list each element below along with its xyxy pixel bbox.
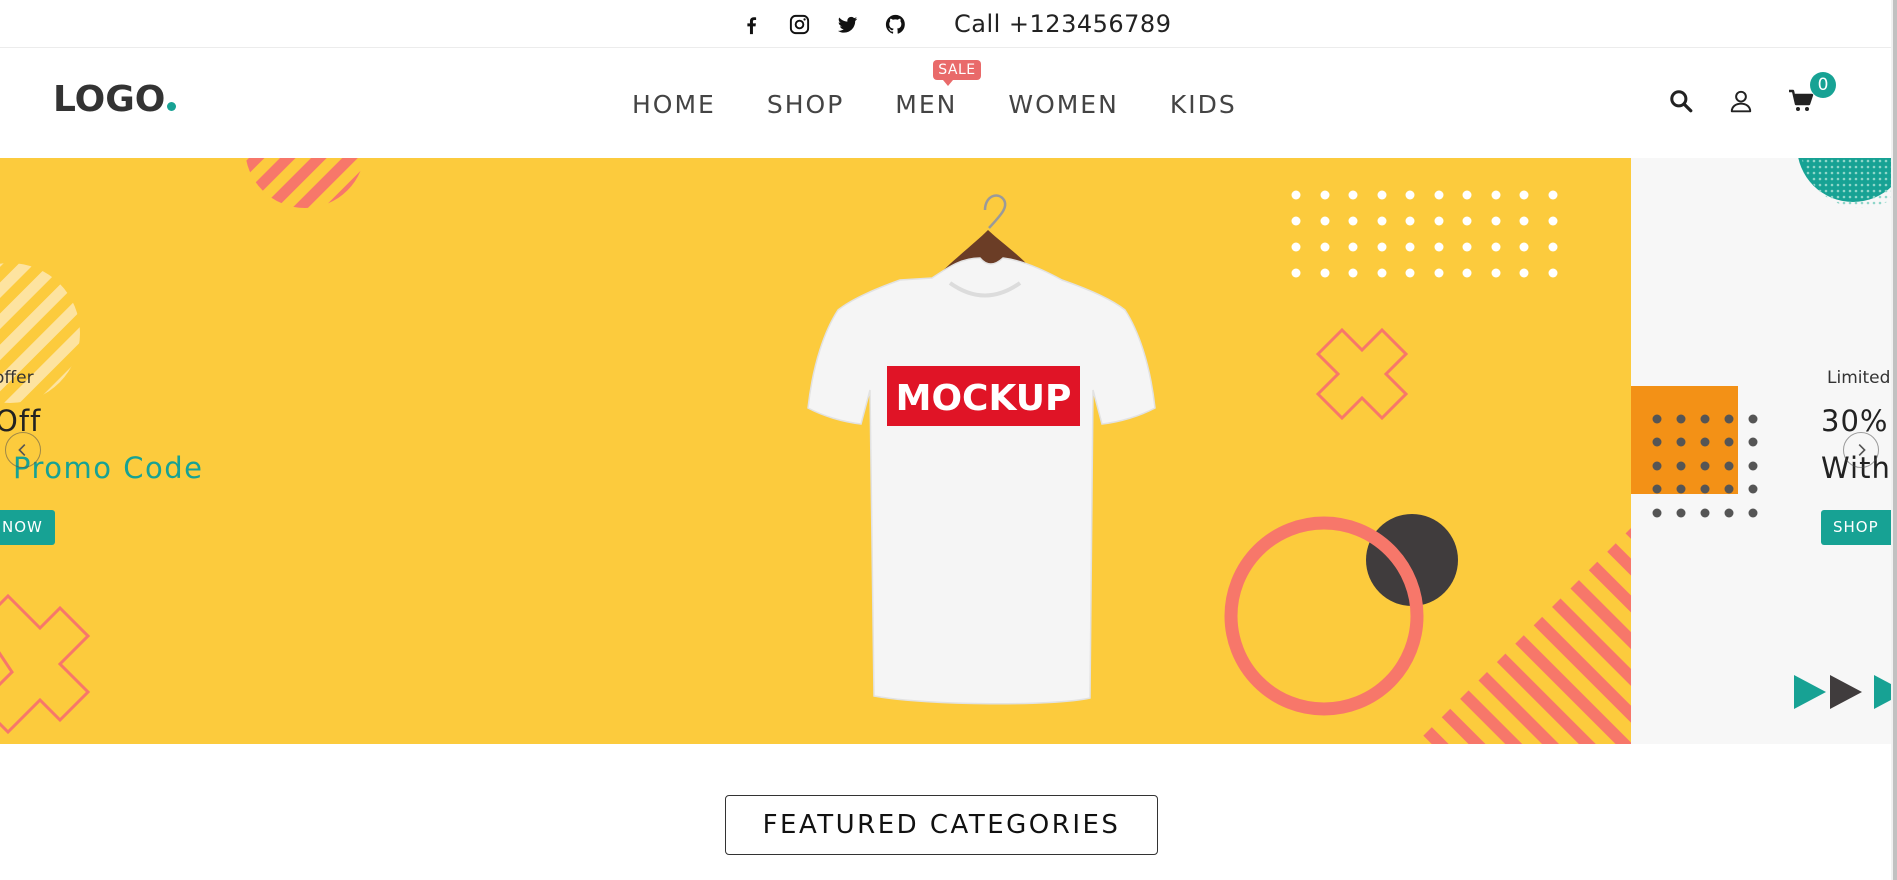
hero-slide-next: Limited 30% With SHOP [1631,158,1897,744]
page-scrollbar[interactable] [1891,0,1897,880]
next-slide-eyebrow: Limited [1827,368,1891,388]
github-icon[interactable] [884,13,907,36]
prev-slide-shop-button[interactable]: NOW [0,510,55,545]
chevron-left-icon [18,444,26,456]
facebook-icon[interactable] [740,13,763,36]
prev-slide-promo: Promo Code [13,451,204,485]
logo-dot [167,102,177,111]
cart-icon[interactable]: 0 [1788,72,1836,114]
featured-categories-heading: FEATURED CATEGORIES [725,795,1158,855]
nav-item-shop[interactable]: SHOP [767,90,844,119]
logo-text: LOGO [53,79,166,120]
cart-count-badge: 0 [1810,72,1836,98]
nav-item-men-label: MEN [895,90,958,119]
scrollbar-thumb[interactable] [1893,0,1897,880]
hero-slide-current: MOCKUP offer Off Promo Code NOW [0,158,1631,744]
nav-item-home[interactable]: HOME [632,90,716,119]
sale-badge: SALE [933,60,981,86]
page: Call +123456789 LOGO HOME SHOP MEN SALE … [0,0,1897,880]
hero-decoration: MOCKUP [0,158,1631,744]
top-bar: Call +123456789 [0,0,1897,48]
social-links [740,13,907,36]
header-icons: 0 [1668,72,1836,114]
tshirt-image: MOCKUP [807,194,1156,705]
search-icon[interactable] [1668,88,1694,114]
prev-slide-eyebrow: offer [0,368,34,388]
slider-prev-arrow[interactable] [5,432,41,468]
nav-item-men[interactable]: MEN SALE [895,60,981,119]
slider-next-arrow[interactable] [1843,432,1879,468]
main-header: LOGO HOME SHOP MEN SALE WOMEN KIDS 0 [0,48,1897,158]
logo[interactable]: LOGO [53,79,177,120]
call-text: Call +123456789 [954,10,1172,38]
nav-item-women[interactable]: WOMEN [1008,90,1118,119]
instagram-icon[interactable] [788,13,811,36]
tshirt-print-text: MOCKUP [896,378,1072,419]
nav-item-kids[interactable]: KIDS [1170,90,1237,119]
twitter-icon[interactable] [836,13,859,36]
next-slide-shop-button[interactable]: SHOP [1821,510,1897,545]
user-icon[interactable] [1728,88,1754,114]
chevron-right-icon [1858,444,1866,456]
main-nav: HOME SHOP MEN SALE WOMEN KIDS [632,60,1237,119]
